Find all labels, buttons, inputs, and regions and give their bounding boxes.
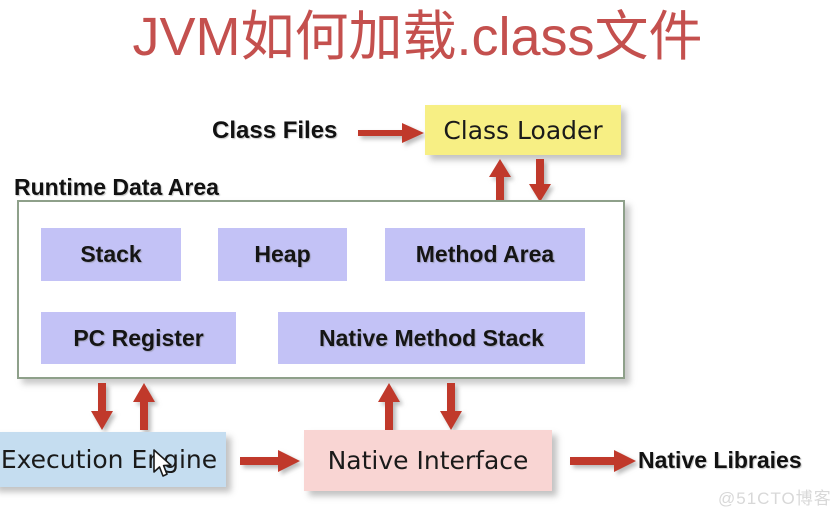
native-method-stack-box[interactable]: Native Method Stack [278,312,585,364]
native-libraries-label: Native Libraies [638,447,802,473]
class-files-label: Class Files [212,117,338,144]
arrow-execution-engine-to-runtime-up [133,383,155,430]
diagram-canvas: JVM如何加载.class文件 Class Files Class Loader… [0,0,835,514]
arrow-native-interface-to-native-libraries [570,450,636,472]
arrow-runtime-to-native-interface-down [440,383,462,430]
arrow-runtime-to-execution-engine-down [91,383,113,430]
arrow-native-interface-to-runtime-up [378,383,400,430]
heap-box[interactable]: Heap [218,228,347,281]
arrow-runtime-to-class-loader-up [489,159,511,202]
class-loader-box[interactable]: Class Loader [425,105,621,155]
arrow-class-files-to-class-loader [358,123,424,143]
method-area-box[interactable]: Method Area [385,228,585,281]
execution-engine-box[interactable]: Execution Engine [0,432,226,487]
arrow-class-loader-to-runtime-down [529,159,551,202]
stack-box[interactable]: Stack [41,228,181,281]
native-interface-box[interactable]: Native Interface [304,430,552,491]
runtime-data-area-label: Runtime Data Area [14,174,219,200]
pc-register-box[interactable]: PC Register [41,312,236,364]
arrow-execution-engine-to-native-interface [240,450,300,472]
page-title: JVM如何加载.class文件 [132,7,703,67]
watermark: @51CTO博客 [718,489,832,508]
